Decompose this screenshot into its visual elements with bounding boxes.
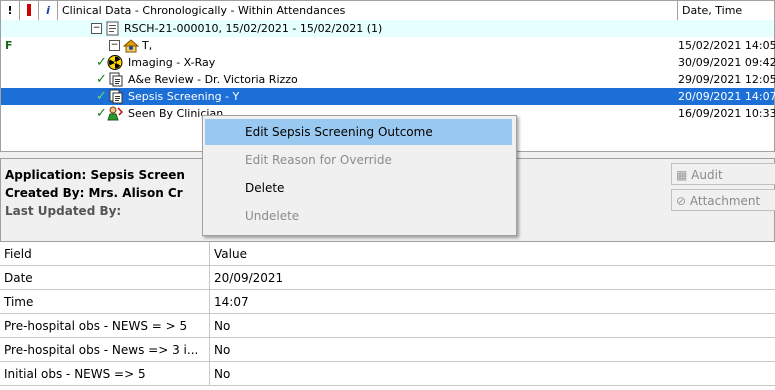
table-row[interactable]: Time 14:07 bbox=[0, 290, 775, 314]
flag-column-header[interactable] bbox=[20, 1, 39, 20]
field-cell: Initial obs - NEWS => 5 bbox=[0, 362, 210, 386]
table-header-row: Field Value bbox=[0, 242, 775, 266]
menu-item-edit-reason-override[interactable]: Edit Reason for Override bbox=[205, 147, 512, 173]
check-icon: ✓ bbox=[96, 106, 107, 121]
audit-icon: ▦ bbox=[676, 168, 688, 182]
field-cell: Date bbox=[0, 266, 210, 290]
check-icon: ✓ bbox=[96, 55, 107, 70]
patient-label: T, bbox=[142, 39, 153, 52]
table-row[interactable]: Pre-hospital obs - NEWS = > 5 No bbox=[0, 314, 775, 338]
table-row[interactable]: Pre-hospital obs - News => 3 i... No bbox=[0, 338, 775, 362]
attachments-button[interactable]: ⊘ Attachment bbox=[671, 189, 775, 211]
check-icon: ✓ bbox=[96, 72, 107, 87]
item-label: Imaging - X-Ray bbox=[128, 56, 216, 69]
value-cell[interactable]: 14:07 bbox=[210, 290, 775, 314]
value-cell[interactable]: No bbox=[210, 338, 775, 362]
table-row[interactable]: Initial obs - NEWS => 5 No bbox=[0, 362, 775, 386]
field-cell: Pre-hospital obs - NEWS = > 5 bbox=[0, 314, 210, 338]
list-item[interactable]: ✓ A&e Review - Dr. Victoria Rizzo 29/09/… bbox=[1, 71, 775, 88]
menu-item-undelete[interactable]: Undelete bbox=[205, 203, 512, 229]
value-cell[interactable]: No bbox=[210, 362, 775, 386]
check-icon: ✓ bbox=[96, 89, 107, 104]
field-value-table[interactable]: Field Value Date 20/09/2021 Time 14:07 P… bbox=[0, 242, 775, 390]
list-item-selected[interactable]: ✓ Sepsis Screening - Y 20/09/2021 14:07 bbox=[1, 88, 775, 105]
item-date: 30/09/2021 09:42 bbox=[678, 56, 775, 69]
value-cell[interactable]: No bbox=[210, 314, 775, 338]
value-cell[interactable]: 20/09/2021 bbox=[210, 266, 775, 290]
red-flag-icon bbox=[27, 4, 31, 16]
paperclip-icon: ⊘ bbox=[676, 194, 687, 208]
date-column-header[interactable]: Date, Time bbox=[678, 1, 774, 20]
field-column-header[interactable]: Field bbox=[0, 242, 210, 266]
attendance-label: RSCH-21-000010, 15/02/2021 - 15/02/2021 … bbox=[124, 22, 383, 35]
field-cell: Time bbox=[0, 290, 210, 314]
menu-item-edit-sepsis-outcome[interactable]: Edit Sepsis Screening Outcome bbox=[205, 119, 512, 145]
item-date: 29/09/2021 12:05 bbox=[678, 73, 775, 86]
collapse-toggle[interactable]: − bbox=[91, 23, 102, 34]
list-item[interactable]: ✓ Imaging - X-Ray 30/09/2021 09:42 bbox=[1, 54, 775, 71]
sex-indicator: F bbox=[5, 39, 13, 52]
attachments-button-label: Attachment bbox=[689, 194, 761, 208]
folder-document-icon bbox=[106, 21, 119, 36]
attendance-row[interactable]: − RSCH-21-000010, 15/02/2021 - 15/02/202… bbox=[1, 20, 774, 37]
alert-column-header[interactable]: ! bbox=[1, 1, 20, 20]
title-column-header[interactable]: Clinical Data - Chronologically - Within… bbox=[58, 1, 678, 20]
item-date: 16/09/2021 10:33 bbox=[678, 107, 775, 120]
table-row[interactable]: Date 20/09/2021 bbox=[0, 266, 775, 290]
item-date: 20/09/2021 14:07 bbox=[678, 90, 775, 103]
created-by-label: Created By: Mrs. Alison Cr bbox=[5, 186, 183, 200]
collapse-toggle[interactable]: − bbox=[109, 40, 120, 51]
item-label: A&e Review - Dr. Victoria Rizzo bbox=[128, 73, 298, 86]
document-icon bbox=[109, 72, 123, 87]
patient-icon bbox=[123, 39, 139, 53]
value-column-header[interactable]: Value bbox=[210, 242, 775, 266]
context-menu: Edit Sepsis Screening Outcome Edit Reaso… bbox=[202, 115, 517, 236]
patient-row[interactable]: F − T, 15/02/2021 14:05 bbox=[1, 37, 775, 54]
patient-date: 15/02/2021 14:05 bbox=[678, 39, 775, 52]
document-icon bbox=[109, 89, 123, 104]
application-label: Application: Sepsis Screen bbox=[5, 168, 185, 182]
info-column-header[interactable]: i bbox=[39, 1, 58, 20]
item-label: Sepsis Screening - Y bbox=[128, 90, 240, 103]
audit-button-label: Audit bbox=[691, 168, 723, 182]
menu-item-delete[interactable]: Delete bbox=[205, 175, 512, 201]
field-cell: Pre-hospital obs - News => 3 i... bbox=[0, 338, 210, 362]
last-updated-label: Last Updated By: bbox=[5, 204, 122, 218]
clinician-icon bbox=[107, 106, 123, 121]
audit-button[interactable]: ▦ Audit bbox=[671, 163, 775, 185]
grid-header: ! i Clinical Data - Chronologically - Wi… bbox=[1, 1, 774, 21]
radiation-icon bbox=[107, 55, 123, 70]
